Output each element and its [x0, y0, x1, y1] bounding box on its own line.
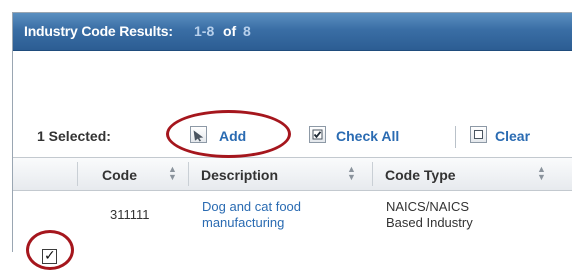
column-header-description[interactable]: Description ▲ ▼: [189, 158, 371, 190]
results-toolbar: 1 Selected: Add Check All Clear: [13, 118, 572, 148]
description-line-1: Dog and cat food: [202, 199, 302, 214]
checked-box-icon: [309, 126, 326, 143]
clear-button[interactable]: Clear: [470, 123, 570, 147]
description-line-2: manufacturing: [202, 215, 285, 230]
sort-updown-icon: ▲ ▼: [347, 164, 356, 182]
panel-title: Industry Code Results:: [24, 23, 173, 39]
sort-updown-icon: ▲ ▼: [168, 164, 177, 182]
description-link[interactable]: Dog and cat food manufacturing: [202, 199, 301, 231]
table-row: 311111 Dog and cat food manufacturing NA…: [13, 190, 572, 252]
add-label: Add: [219, 128, 247, 144]
selected-count: 1 Selected:: [37, 128, 111, 144]
column-header-code[interactable]: Code ▲ ▼: [78, 158, 188, 190]
code-type-line-1: NAICS/NAICS: [386, 199, 470, 214]
results-panel: Industry Code Results: 1-8 of 8 1 Select…: [12, 12, 572, 252]
checkmark-icon: ✓: [44, 247, 56, 263]
arrow-cursor-icon: [190, 126, 207, 143]
panel-header: Industry Code Results: 1-8 of 8: [13, 13, 572, 51]
check-all-button[interactable]: Check All: [309, 123, 419, 147]
row-select-checkbox[interactable]: ✓: [42, 247, 57, 264]
result-range: 1-8: [194, 23, 215, 39]
check-all-label: Check All: [336, 128, 400, 144]
code-type-line-2: Based Industry: [386, 215, 473, 230]
code-type-cell: NAICS/NAICS Based Industry: [386, 199, 473, 231]
toolbar-divider: [455, 126, 456, 148]
sort-updown-icon: ▲ ▼: [537, 164, 546, 182]
result-of-label: of: [223, 23, 237, 39]
empty-box-icon: [470, 126, 487, 143]
result-total: 8: [243, 23, 251, 39]
code-cell: 311111: [110, 207, 150, 222]
clear-label: Clear: [495, 128, 531, 144]
table-header: Code ▲ ▼ Description ▲ ▼ Code Type ▲ ▼: [13, 157, 572, 191]
add-button[interactable]: Add: [190, 123, 270, 147]
column-header-code-type[interactable]: Code Type ▲ ▼: [373, 158, 572, 190]
